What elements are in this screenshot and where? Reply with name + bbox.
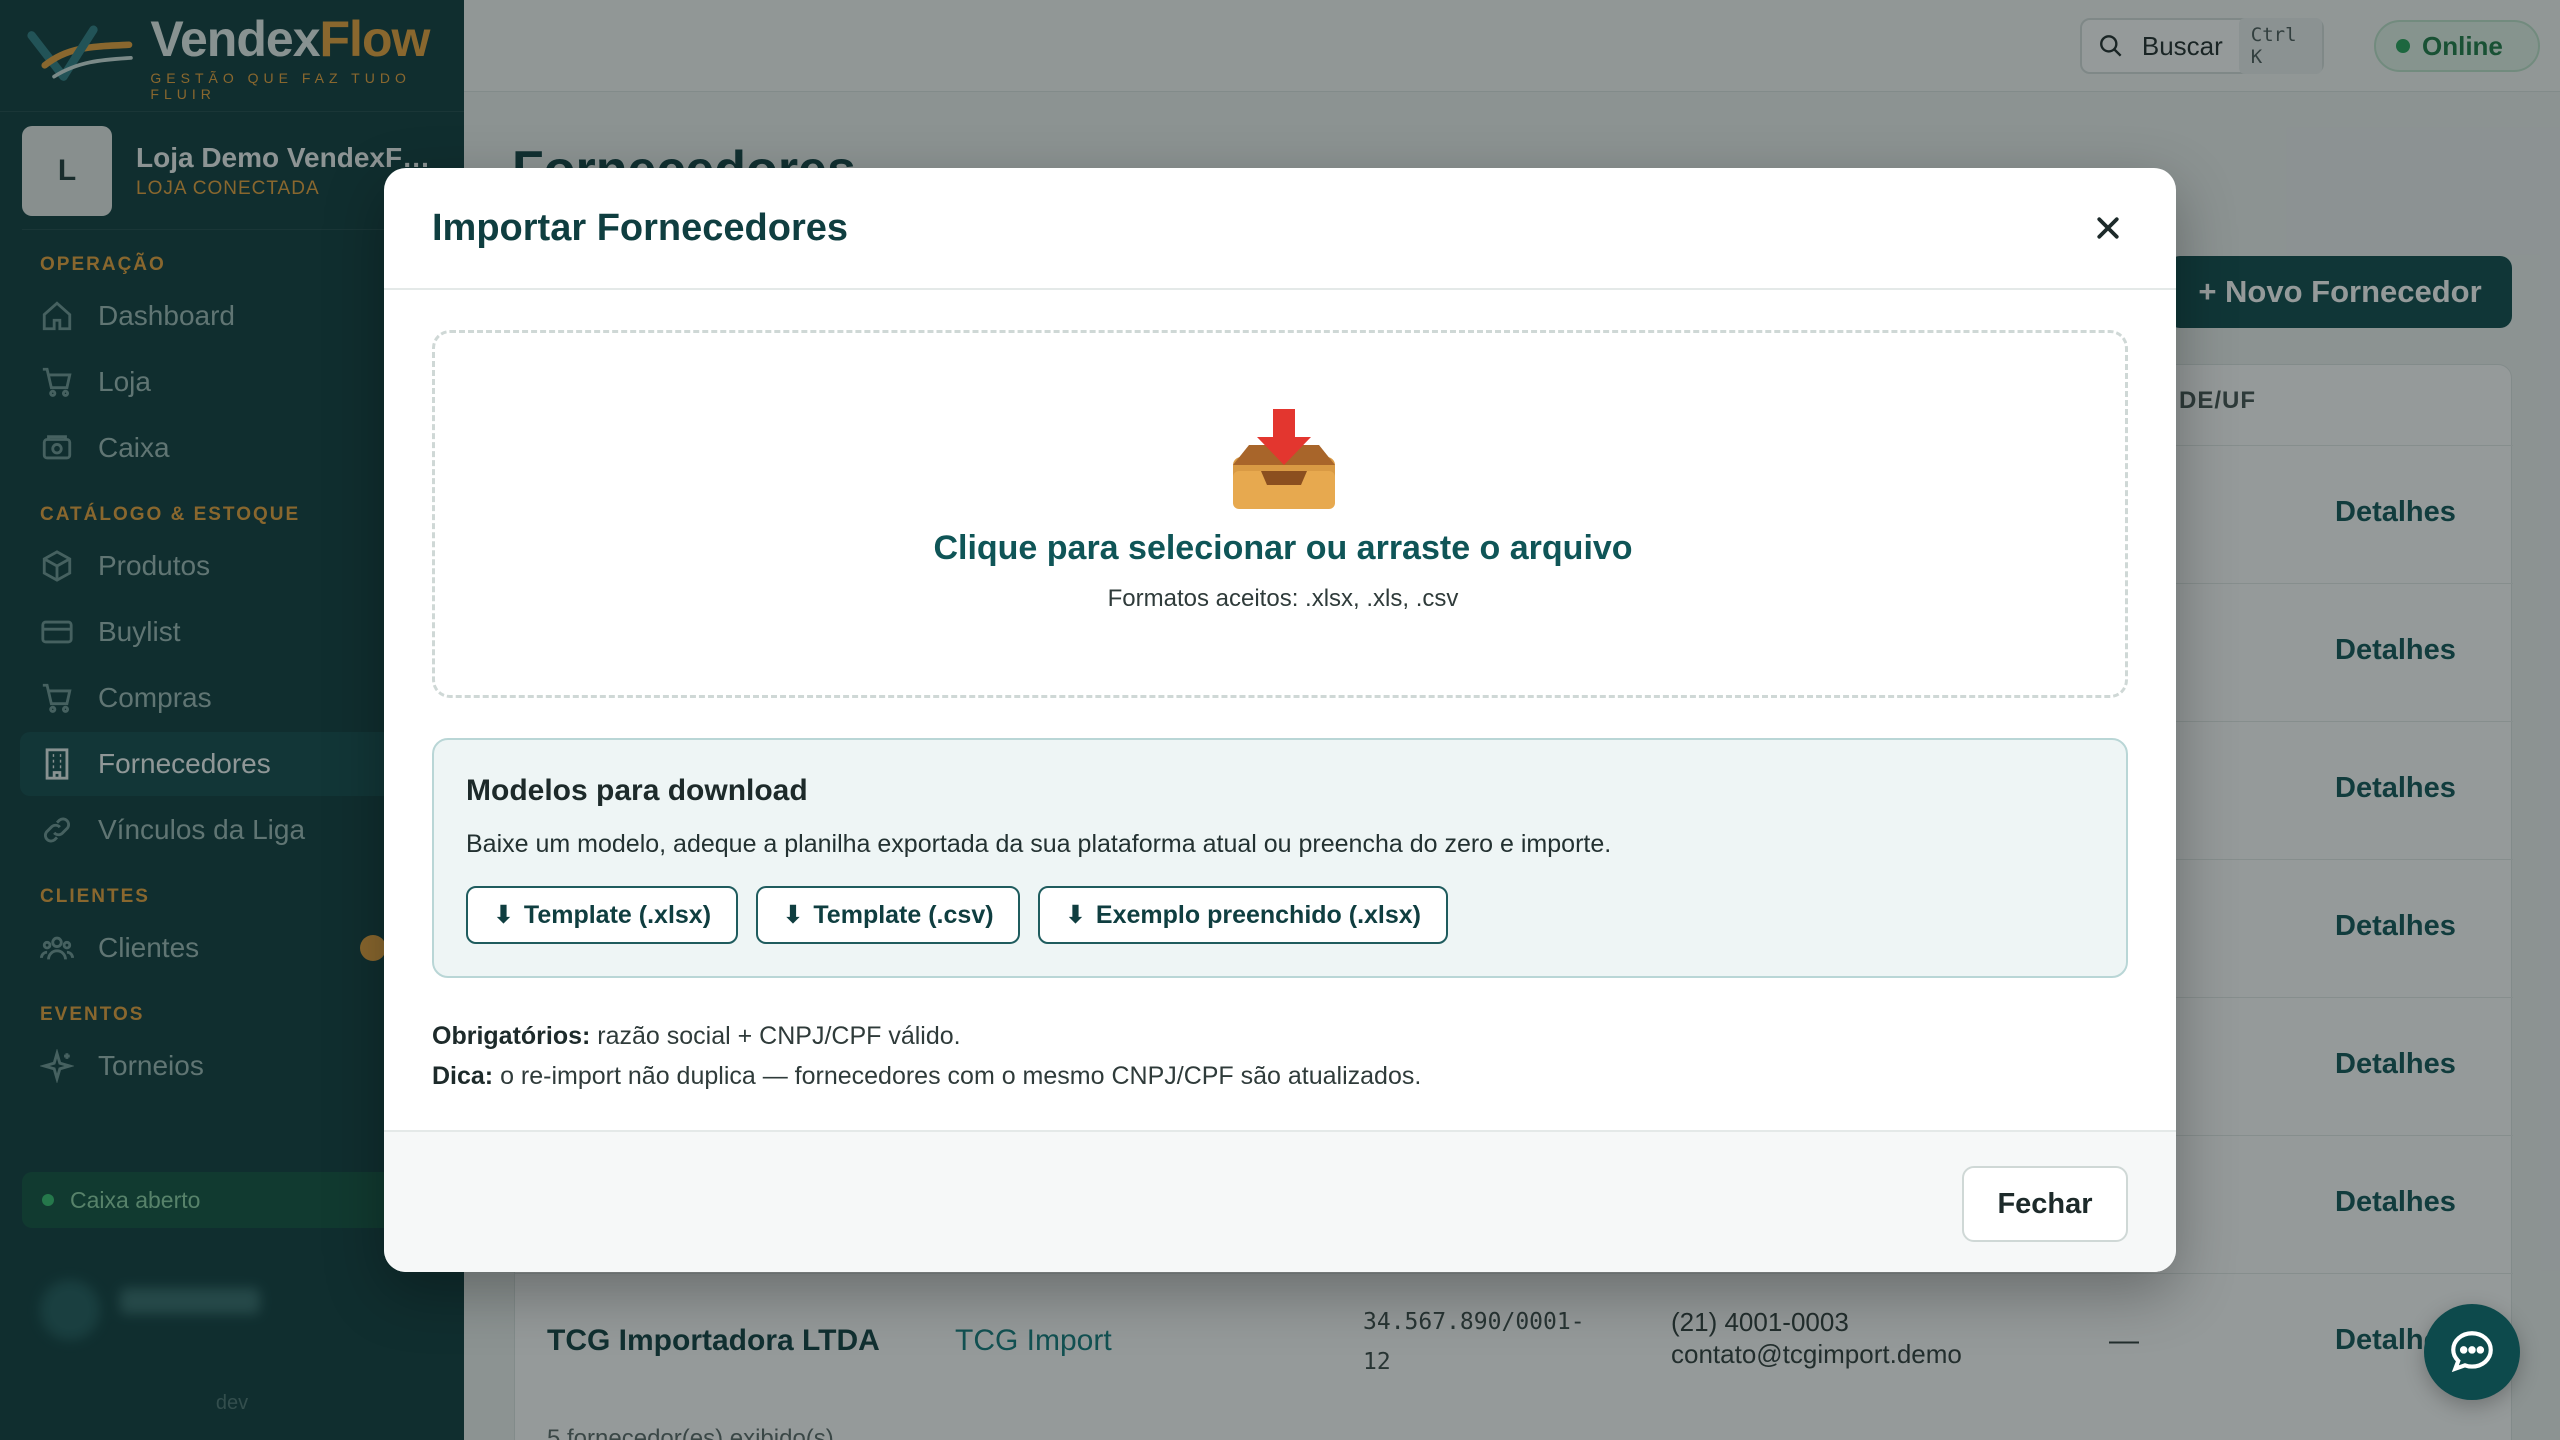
file-dropzone[interactable]: Clique para selecionar ou arraste o arqu…: [432, 330, 2128, 698]
modal-title: Importar Fornecedores: [432, 206, 848, 249]
templates-panel: Modelos para download Baixe um modelo, a…: [432, 738, 2128, 978]
required-note: Obrigatórios: razão social + CNPJ/CPF vá…: [432, 1022, 961, 1050]
import-suppliers-modal: Importar Fornecedores Clique para seleci…: [384, 168, 2176, 1272]
download-arrow-icon: ⬇: [782, 901, 804, 929]
templates-title: Modelos para download: [466, 774, 808, 807]
download-arrow-icon: ⬇: [492, 901, 514, 929]
dropzone-title: Clique para selecionar ou arraste o arqu…: [933, 529, 1633, 567]
chat-bubble-icon: [2451, 1331, 2493, 1373]
download-arrow-icon: ⬇: [1064, 901, 1086, 929]
close-button[interactable]: Fechar: [1962, 1166, 2128, 1242]
modal-footer: Fechar: [384, 1130, 2176, 1272]
close-icon: [2097, 217, 2119, 239]
tip-note: Dica: o re-import não duplica — forneced…: [432, 1062, 1422, 1090]
templates-description: Baixe um modelo, adeque a planilha expor…: [466, 830, 1612, 858]
download-template-csv-button[interactable]: ⬇ Template (.csv): [756, 886, 1020, 944]
import-notes: Obrigatórios: razão social + CNPJ/CPF vá…: [432, 1016, 1421, 1096]
inbox-tray-icon: [1233, 409, 1335, 509]
modal-header: Importar Fornecedores: [384, 168, 2176, 290]
download-template-xlsx-button[interactable]: ⬇ Template (.xlsx): [466, 886, 738, 944]
dropzone-formats: Formatos aceitos: .xlsx, .xls, .csv: [1107, 585, 1459, 612]
download-example-xlsx-button[interactable]: ⬇ Exemplo preenchido (.xlsx): [1038, 886, 1448, 944]
chat-button[interactable]: [2424, 1304, 2520, 1400]
close-modal-button[interactable]: [2088, 208, 2128, 248]
